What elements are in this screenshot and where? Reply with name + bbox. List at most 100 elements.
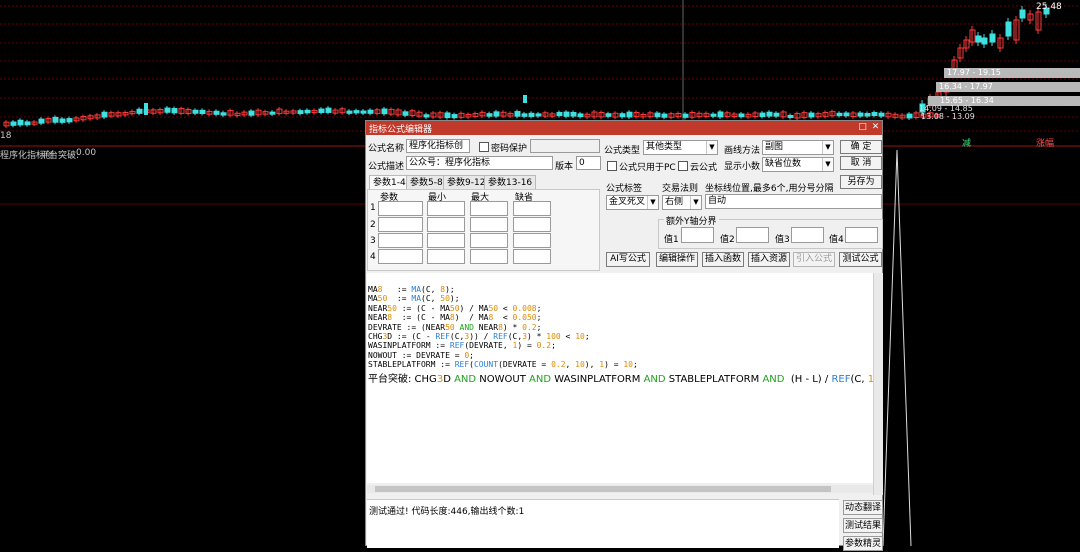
decimal-select[interactable]: 缺省位数 ▼ — [762, 157, 834, 172]
chevron-down-icon: ▼ — [822, 141, 833, 154]
formula-type-select[interactable]: 其他类型 ▼ — [643, 140, 718, 155]
import-formula-button[interactable]: 引入公式 — [793, 252, 835, 267]
pc-only-checkbox[interactable] — [607, 161, 617, 171]
candle-body — [717, 111, 724, 118]
formula-desc-input[interactable]: 公众号：程序化指标 — [406, 156, 553, 170]
candle-body — [808, 112, 815, 118]
axis-position-input[interactable]: 自动 — [705, 194, 882, 209]
test-result-panel: 测试通过! 代码长度:446,输出线个数:1 — [367, 499, 839, 548]
extra-value-label: 值2 — [720, 235, 735, 245]
version-input[interactable]: 0 — [576, 156, 601, 170]
formula-code-editor[interactable]: MA8 := MA(C, 8); MA50 := MA(C, 50); NEAR50… — [367, 273, 873, 483]
name-label: 公式名称 — [368, 144, 405, 154]
insert-function-button[interactable]: 插入函数 — [702, 252, 744, 267]
formula-tag-select[interactable]: 金叉死叉 ▼ — [606, 195, 659, 210]
cancel-button[interactable]: 取 消 — [840, 156, 882, 170]
candle-body — [981, 37, 988, 45]
candle-body — [864, 113, 871, 117]
candle-body — [563, 111, 570, 117]
edit-ops-button[interactable]: 编辑操作 — [656, 252, 698, 267]
insert-resource-button[interactable]: 插入资源 — [748, 252, 790, 267]
tab-params-9-12[interactable]: 参数9-12 — [443, 175, 490, 190]
tab-params-1-4[interactable]: 参数1-4 — [369, 175, 410, 190]
code-horizontal-scrollbar[interactable] — [367, 485, 873, 493]
param-cell-input[interactable] — [513, 233, 551, 248]
close-icon[interactable]: ✕ — [870, 122, 881, 133]
candle-series — [3, 4, 1050, 128]
cloud-checkbox[interactable] — [678, 161, 688, 171]
candle-body — [1005, 21, 1012, 37]
param-cell-input[interactable] — [513, 249, 551, 264]
extra-value-3-input[interactable] — [791, 227, 824, 243]
param-cell-input[interactable] — [378, 217, 423, 232]
ai-write-button[interactable]: AI写公式 — [606, 252, 650, 267]
draw-method-select[interactable]: 副图 ▼ — [762, 140, 834, 155]
param-cell-input[interactable] — [470, 201, 508, 216]
candle-body — [213, 110, 220, 115]
extra-value-2-input[interactable] — [736, 227, 769, 243]
chevron-down-icon: ▼ — [647, 196, 658, 209]
cloud-label: 云公式 — [690, 163, 718, 173]
extra-value-label: 值4 — [829, 235, 844, 245]
tab-params-13-16[interactable]: 参数13-16 — [484, 175, 537, 190]
code-vertical-scrollbar[interactable] — [873, 273, 883, 495]
dialog-titlebar[interactable]: 指标公式编辑器 □ ✕ — [366, 121, 882, 135]
test-result-button[interactable]: 测试结果 — [843, 518, 883, 533]
extra-value-1-input[interactable] — [681, 227, 714, 243]
param-cell-input[interactable] — [470, 233, 508, 248]
candle-body — [199, 109, 206, 115]
tab-params-5-8[interactable]: 参数5-8 — [406, 175, 447, 190]
candle-body — [220, 112, 227, 116]
code-line: NEAR8 := (C - MA8) / MA8 < 0.050; — [368, 313, 542, 323]
candle-body — [766, 111, 773, 117]
decimal-label: 显示小数 — [724, 162, 761, 172]
indicator-value-label: 平台突破: — [40, 151, 80, 161]
candle-body — [661, 113, 668, 118]
price-level-5: 13.08 - 13.09 — [921, 112, 975, 121]
candle-body — [535, 113, 542, 117]
dynamic-translate-button[interactable]: 动态翻译 — [843, 500, 883, 515]
ok-button[interactable]: 确 定 — [840, 140, 882, 154]
minimize-icon[interactable]: □ — [857, 122, 868, 133]
password-input[interactable] — [530, 139, 600, 153]
candle-body — [759, 112, 766, 118]
param-cell-input[interactable] — [427, 201, 465, 216]
param-cell-input[interactable] — [427, 249, 465, 264]
password-checkbox[interactable] — [479, 142, 489, 152]
candle-body — [836, 112, 843, 117]
param-cell-input[interactable] — [470, 217, 508, 232]
pc-only-label: 公式只用于PC — [619, 163, 676, 173]
trade-rule-select[interactable]: 右侧 ▼ — [662, 195, 702, 210]
candle-body — [101, 111, 108, 118]
extra-value-label: 值1 — [664, 235, 679, 245]
test-formula-button[interactable]: 测试公式 — [839, 252, 882, 267]
param-cell-input[interactable] — [513, 217, 551, 232]
param-cell-input[interactable] — [427, 233, 465, 248]
formula-name-input[interactable]: 程序化指标创 — [406, 139, 470, 153]
candle-body — [521, 113, 528, 117]
candle-body — [423, 114, 430, 118]
save-as-button[interactable]: 另存为 — [840, 175, 882, 189]
extra-y-label: 额外Y轴分界 — [664, 214, 719, 227]
extra-value-4-input[interactable] — [845, 227, 878, 243]
price-level-1: 17.97 - 19.15 — [944, 68, 1080, 78]
candle-body — [269, 111, 276, 115]
param-wizard-button[interactable]: 参数精灵 — [843, 536, 883, 551]
candle-body — [605, 113, 612, 117]
param-cell-input[interactable] — [378, 249, 423, 264]
candle-body — [318, 108, 325, 114]
param-cell-input[interactable] — [378, 201, 423, 216]
param-cell-input[interactable] — [470, 249, 508, 264]
candle-body — [10, 121, 17, 126]
param-cell-input[interactable] — [513, 201, 551, 216]
type-label: 公式类型 — [604, 146, 641, 156]
param-cell-input[interactable] — [378, 233, 423, 248]
param-row-num: 3 — [370, 236, 376, 246]
candle-body — [906, 113, 913, 119]
candle-body — [353, 110, 360, 114]
scrollbar-thumb[interactable] — [375, 486, 831, 492]
param-cell-input[interactable] — [427, 217, 465, 232]
candle-body — [192, 109, 199, 114]
formula-tag-value: 金叉死叉 — [609, 197, 646, 207]
candle-body — [325, 107, 332, 113]
